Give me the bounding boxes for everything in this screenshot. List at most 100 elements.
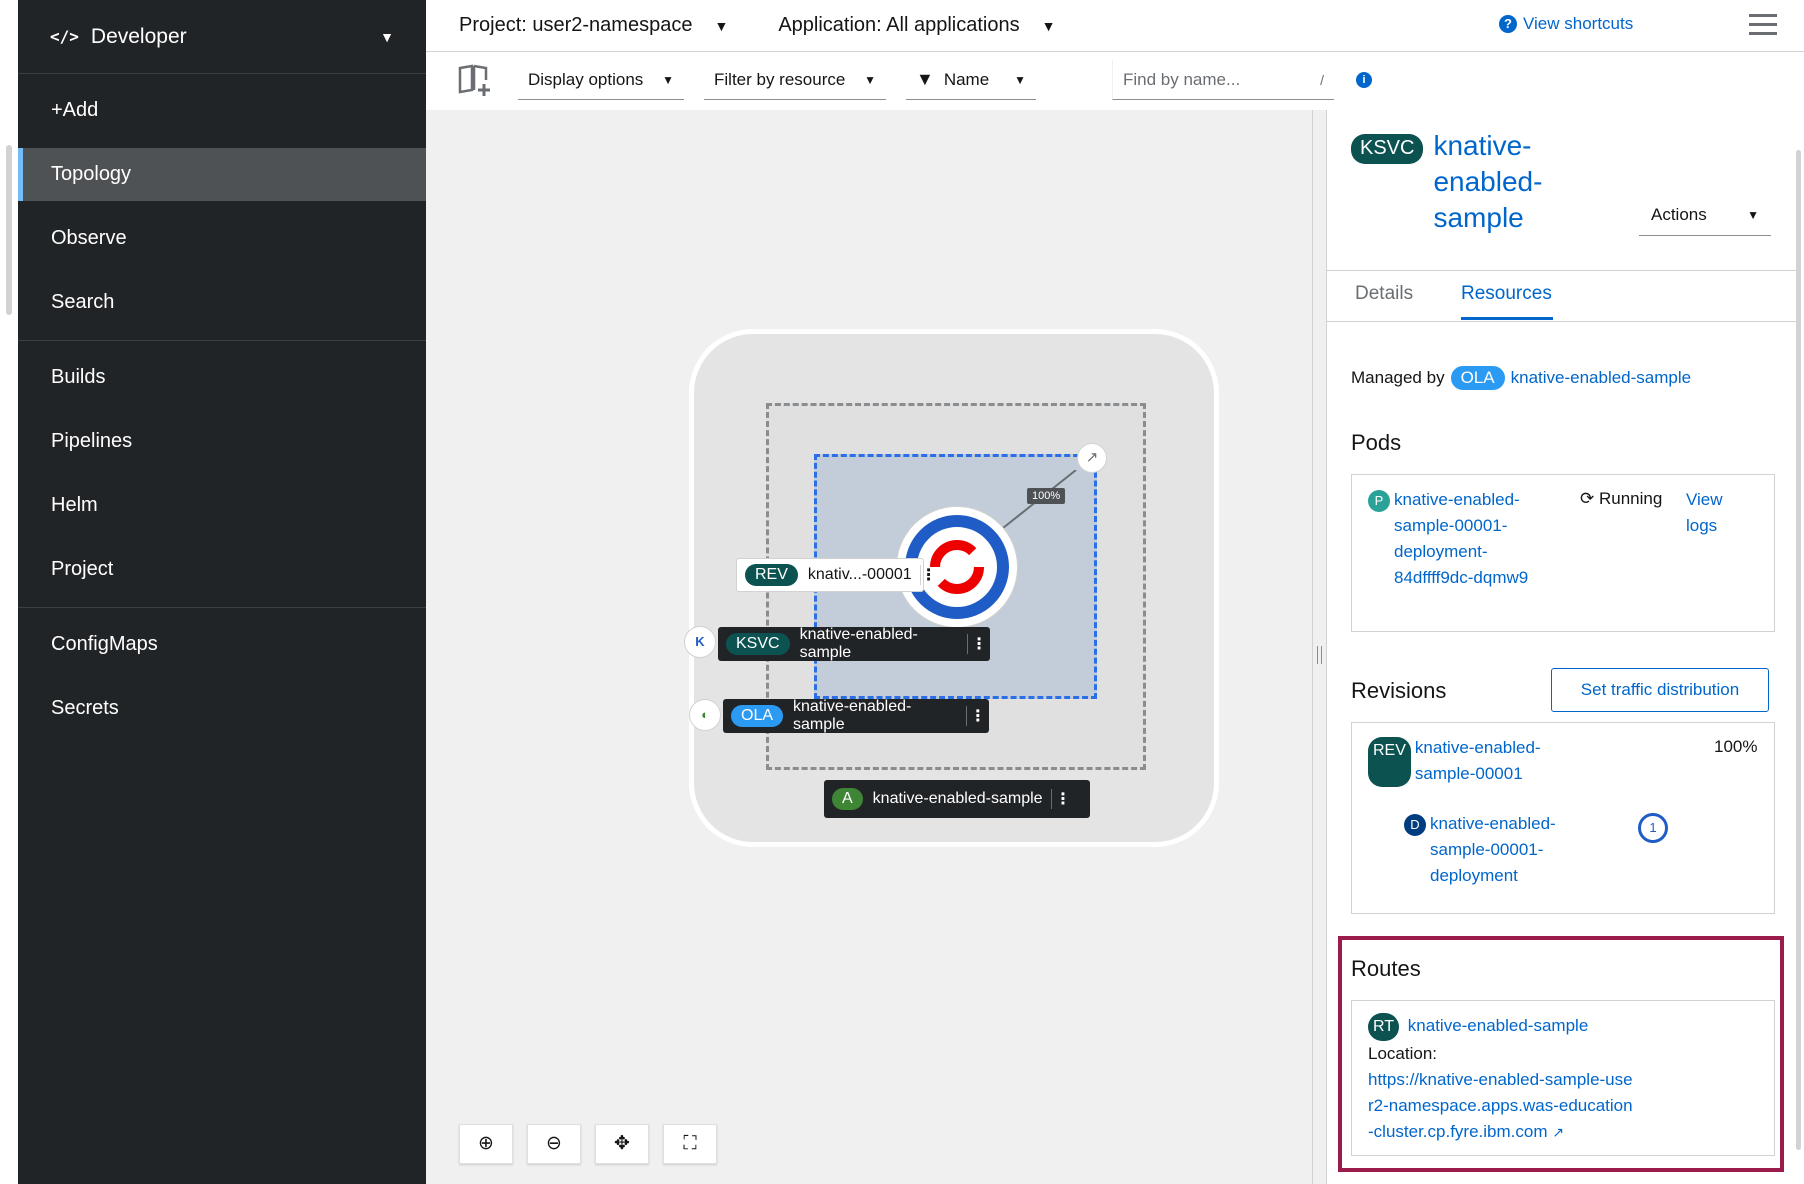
filter-by-resource-label: Filter by resource: [714, 69, 846, 89]
nav-item-observe[interactable]: Observe: [18, 212, 426, 265]
application-label[interactable]: A knative-enabled-sample ⋮: [824, 780, 1090, 818]
caret-down-icon: ▼: [1014, 72, 1026, 87]
nav-group-config: ConfigMaps Secrets: [18, 608, 426, 735]
tab-resources[interactable]: Resources: [1461, 283, 1552, 305]
caret-down-icon: ▼: [1747, 207, 1759, 222]
app-badge: A: [832, 788, 863, 810]
ola-label[interactable]: OLA knative-enabled-sample ⋮: [723, 698, 989, 733]
expand-icon: ✥: [614, 1133, 630, 1154]
ksvc-label[interactable]: KSVC knative-enabled-sample ⋮: [718, 626, 990, 661]
panel-tabs: Details Resources: [1327, 270, 1797, 322]
find-placeholder: Find by name...: [1123, 69, 1241, 89]
pods-card: P knative-enabled-sample-00001-deploymen…: [1351, 474, 1775, 632]
ksvc-badge: KSVC: [1351, 134, 1424, 164]
display-options-label: Display options: [528, 69, 644, 89]
find-by-name-input[interactable]: Find by name... /: [1112, 60, 1334, 100]
caret-down-icon: ▼: [864, 72, 876, 87]
ksvc-name: knative-enabled-sample: [799, 626, 918, 661]
nav-group-main: +Add Topology Observe Search: [18, 74, 426, 341]
nav-item-secrets[interactable]: Secrets: [18, 682, 426, 735]
pod-badge: P: [1368, 490, 1390, 512]
pod-status: ⟳ Running: [1580, 489, 1662, 509]
operator-icon: ◐: [689, 699, 721, 731]
traffic-percent-label: 100%: [1027, 488, 1066, 504]
application-name: knative-enabled-sample: [872, 790, 1043, 807]
project-selector[interactable]: Project: user2-namespace ▼: [459, 14, 728, 37]
caret-down-icon: ▼: [380, 28, 394, 45]
quick-search-book-icon[interactable]: [458, 64, 494, 96]
topology-toolbar: Display options ▼ Filter by resource ▼ ▼…: [426, 52, 1372, 110]
kebab-icon[interactable]: ⋮: [1050, 789, 1075, 809]
application-selector[interactable]: Application: All applications ▼: [778, 14, 1055, 37]
application-label: Application: All applications: [778, 14, 1020, 36]
deployment-badge: D: [1404, 814, 1426, 836]
ola-badge: OLA: [731, 705, 784, 727]
zoom-in-icon: ⊕: [478, 1133, 494, 1154]
rev-badge: REV: [1368, 737, 1411, 787]
kebab-icon[interactable]: ⋮: [919, 565, 937, 585]
question-circle-icon: ?: [1499, 15, 1517, 33]
view-shortcuts-link[interactable]: ? View shortcuts: [1499, 14, 1633, 34]
managed-by-label: Managed by: [1351, 368, 1445, 387]
sync-icon: ⟳: [1580, 489, 1595, 508]
pod-status-text: Running: [1598, 489, 1663, 508]
gutter-scrollbar[interactable]: [6, 145, 12, 315]
knative-icon: K: [684, 626, 716, 658]
external-link-icon[interactable]: ↗: [1077, 443, 1107, 473]
panel-scrollbar[interactable]: [1796, 150, 1801, 1150]
ola-badge: OLA: [1450, 366, 1505, 390]
list-view-icon[interactable]: [1749, 14, 1777, 36]
deployment-item: D knative-enabled-sample-00001-deploymen…: [1404, 811, 1570, 889]
filter-field-label: Name: [943, 69, 990, 89]
revisions-card: REV knative-enabled-sample-00001 100% D …: [1351, 722, 1775, 914]
reset-view-button[interactable]: ⛶: [663, 1124, 717, 1164]
nav-item-configmaps[interactable]: ConfigMaps: [18, 618, 426, 671]
revision-label[interactable]: REV knativ...-00001 ⋮: [736, 558, 937, 592]
zoom-out-button[interactable]: ⊖: [527, 1124, 581, 1164]
managed-by-link[interactable]: knative-enabled-sample: [1511, 368, 1692, 388]
revision-link[interactable]: knative-enabled-sample-00001: [1415, 735, 1555, 787]
drag-handle-icon: [1317, 646, 1322, 664]
kebab-icon[interactable]: ⋮: [967, 634, 990, 654]
panel-resize-handle[interactable]: [1312, 110, 1326, 1184]
nav-item-search[interactable]: Search: [18, 276, 426, 329]
set-traffic-distribution-button[interactable]: Set traffic distribution: [1551, 668, 1769, 712]
nav-item-builds[interactable]: Builds: [18, 351, 426, 404]
fit-to-screen-button[interactable]: ✥: [595, 1124, 649, 1164]
nav-item-add[interactable]: +Add: [18, 84, 426, 137]
topology-canvas[interactable]: ↗ 100% REV knativ...-00001 ⋮ K KSVC knat…: [426, 110, 1312, 1184]
caret-down-icon: ▼: [714, 17, 729, 34]
info-icon[interactable]: i: [1356, 72, 1372, 88]
filter-by-resource-dropdown[interactable]: Filter by resource ▼: [704, 60, 886, 100]
filter-field-dropdown[interactable]: ▼ Name ▼: [906, 60, 1036, 100]
perspective-switcher[interactable]: </> Developer ▼: [18, 0, 426, 74]
nav-item-topology[interactable]: Topology: [18, 148, 426, 201]
resource-name-link[interactable]: knative-enabled-sample: [1433, 128, 1623, 236]
reset-view-icon: ⛶: [683, 1133, 697, 1154]
project-label: Project: user2-namespace: [459, 14, 693, 36]
deployment-link[interactable]: knative-enabled-sample-00001-deployment: [1430, 811, 1570, 889]
nav-item-project[interactable]: Project: [18, 543, 426, 596]
view-logs-link[interactable]: View logs: [1686, 487, 1746, 539]
revision-name: knativ...-00001: [807, 566, 912, 583]
filter-icon: ▼: [916, 69, 934, 89]
display-options-dropdown[interactable]: Display options ▼: [518, 60, 684, 100]
kebab-icon[interactable]: ⋮: [965, 706, 989, 726]
ola-name: knative-enabled-sample: [793, 698, 912, 733]
actions-label: Actions: [1651, 204, 1707, 224]
pods-heading: Pods: [1351, 430, 1402, 455]
pod-link[interactable]: knative-enabled-sample-00001-deployment-…: [1394, 487, 1534, 591]
tab-details[interactable]: Details: [1355, 283, 1413, 305]
revision-item: REV knative-enabled-sample-00001: [1368, 735, 1555, 787]
zoom-in-button[interactable]: ⊕: [459, 1124, 513, 1164]
topbar: Project: user2-namespace ▼ Application: …: [426, 0, 1804, 52]
sidebar: </> Developer ▼ +Add Topology Observe Se…: [18, 0, 426, 1184]
managed-by-row: Managed by OLA knative-enabled-sample: [1351, 366, 1775, 390]
left-scroll-gutter: [0, 0, 18, 1184]
perspective-label: Developer: [90, 24, 187, 48]
nav-item-pipelines[interactable]: Pipelines: [18, 415, 426, 468]
pod-count-ring[interactable]: 1: [1638, 813, 1668, 843]
actions-dropdown[interactable]: Actions ▼: [1639, 194, 1771, 236]
nav-item-helm[interactable]: Helm: [18, 479, 426, 532]
nav-group-workloads: Builds Pipelines Helm Project: [18, 341, 426, 608]
